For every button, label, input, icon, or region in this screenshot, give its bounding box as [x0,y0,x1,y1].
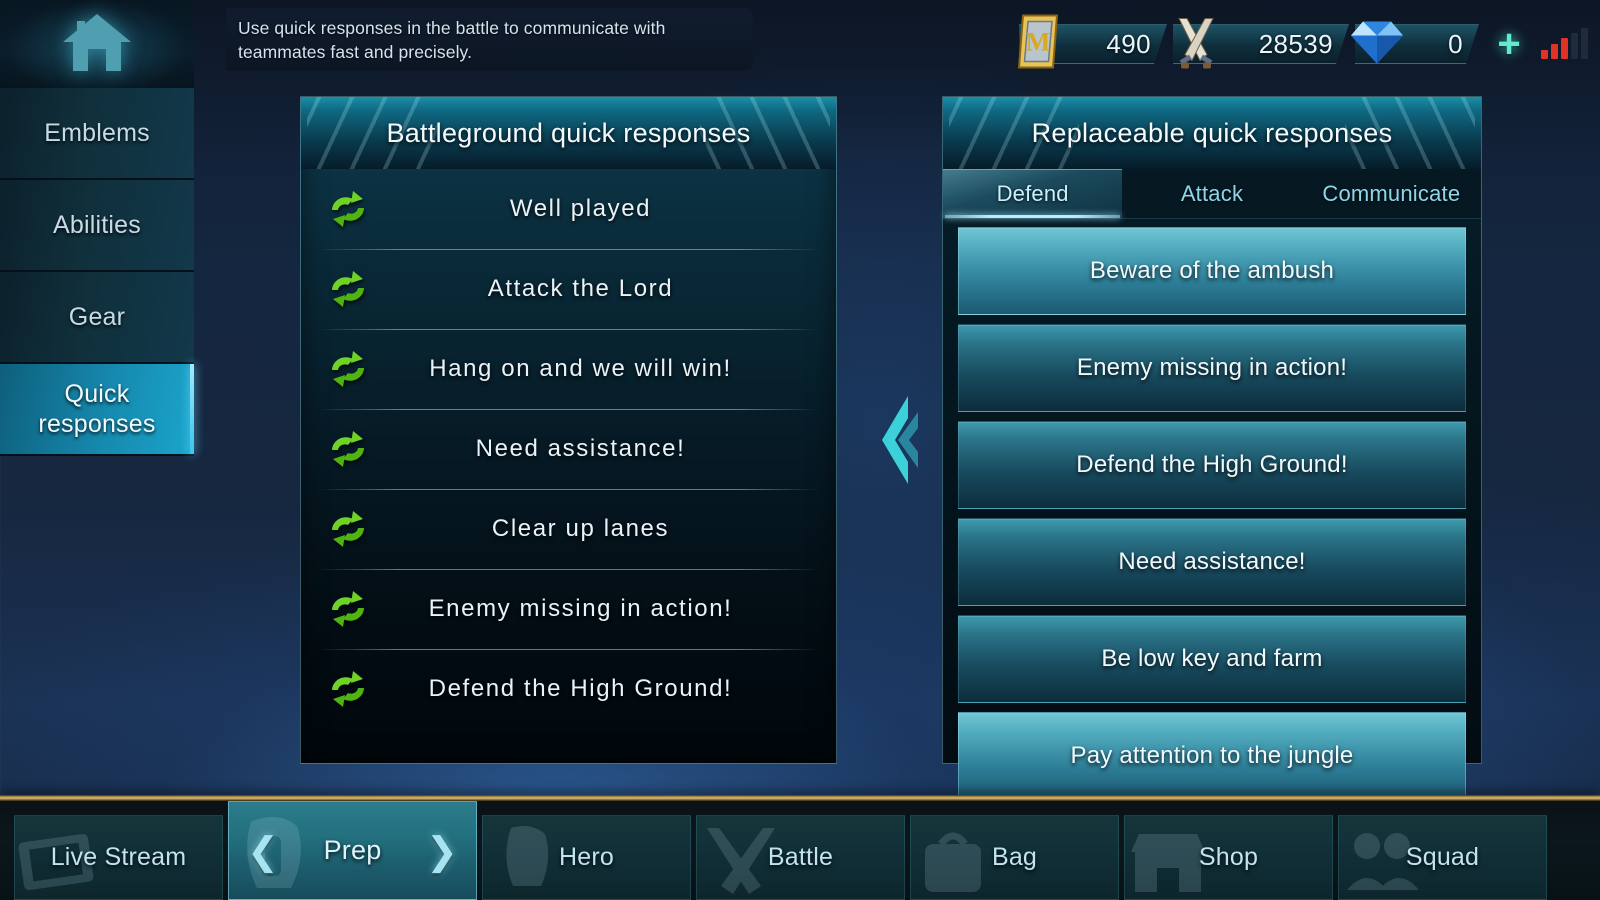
hint-tooltip: Use quick responses in the battle to com… [226,8,753,71]
plus-icon: + [1497,22,1521,66]
swap-refresh-arrows-icon[interactable] [319,588,377,630]
list-item-label: Clear up lanes [491,515,670,542]
diamond-value: 0 [1448,28,1463,59]
top-bar: Use quick responses in the battle to com… [0,0,1600,88]
sidebar-item-quick-responses[interactable]: Quick responses [0,364,194,456]
diamond-gem-icon [1349,16,1405,73]
battle-points-value: 28539 [1258,28,1333,59]
currency-battle-points[interactable]: 28539 [1173,18,1349,69]
chevron-right-icon[interactable]: ❯ [426,833,458,871]
list-item[interactable]: Be low key and farm [958,615,1466,703]
currency-diamond[interactable]: 0 [1351,21,1479,67]
sidebar-item-label: Gear [68,302,126,331]
swap-refresh-arrows-icon[interactable] [319,268,377,310]
list-item[interactable]: Need assistance! [958,518,1466,606]
left-sidebar: Emblems Abilities Gear Quick responses [0,88,194,456]
list-item-label: Beware of the ambush [1089,257,1335,284]
replaceable-response-list[interactable]: Beware of the ambush Enemy missing in ac… [943,219,1481,831]
sidebar-item-emblems[interactable]: Emblems [0,88,194,180]
list-item-label: Pay attention to the jungle [1070,742,1354,769]
panel-header: Battleground quick responses [301,97,836,169]
nav-prep[interactable]: ❮ Prep ❯ [228,801,477,900]
list-item-label: Defend the High Ground! [428,675,733,702]
list-item[interactable]: Hang on and we will win! [319,329,818,409]
list-item[interactable]: Clear up lanes [319,489,818,569]
list-item[interactable]: Defend the High Ground! [319,649,818,729]
swap-refresh-arrows-icon[interactable] [319,668,377,710]
tab-defend[interactable]: Defend [943,169,1123,218]
nav-live-stream[interactable]: Live Stream [14,815,223,900]
list-item[interactable]: Defend the High Ground! [958,421,1466,509]
swap-refresh-arrows-icon[interactable] [319,348,377,390]
nav-label: Bag [991,843,1038,871]
category-tabs: Defend Attack Communicate [943,169,1481,219]
nav-battle[interactable]: Battle [696,815,905,900]
nav-bag[interactable]: Bag [910,815,1119,900]
list-item[interactable]: Attack the Lord [319,249,818,329]
list-item-label: Need assistance! [1118,548,1306,575]
panel-title: Battleground quick responses [386,117,751,148]
tab-label: Defend [996,181,1069,206]
list-item-label: Well played [509,195,652,222]
nav-label: Live Stream [50,843,187,871]
swap-refresh-arrows-icon[interactable] [319,508,377,550]
nav-label: Squad [1405,843,1480,871]
tab-label: Communicate [1322,180,1461,206]
double-chevron-left-icon [862,390,922,490]
sidebar-item-label-line2: responses [38,410,156,438]
sidebar-item-gear[interactable]: Gear [0,272,194,364]
list-item-label: Enemy missing in action! [428,595,733,622]
tab-label: Attack [1180,180,1244,206]
add-currency-button[interactable]: + [1489,22,1529,66]
sidebar-item-label: Emblems [44,118,150,147]
sidebar-item-label: Quick [64,380,130,408]
nav-shop[interactable]: Shop [1124,815,1333,900]
nav-label: Prep [323,835,382,865]
nav-hero[interactable]: Hero [482,815,691,900]
svg-text:M: M [1026,28,1051,57]
home-icon [60,9,134,80]
nav-label: Battle [767,843,834,871]
sidebar-item-label: Abilities [53,210,141,239]
list-item[interactable]: Beware of the ambush [958,227,1466,315]
nav-label: Shop [1198,843,1259,871]
panel-header: Replaceable quick responses [943,97,1481,169]
list-item-label: Need assistance! [475,435,686,462]
bottom-nav-bar: Live Stream ❮ Prep ❯ Hero Battle Bag Sho… [0,801,1600,900]
list-item[interactable]: Enemy missing in action! [319,569,818,649]
nav-squad[interactable]: Squad [1338,815,1547,900]
replaceable-quick-responses-panel: Replaceable quick responses Defend Attac… [942,96,1482,800]
list-item-label: Defend the High Ground! [1076,451,1348,478]
list-item-label: Hang on and we will win! [429,355,732,382]
panel-title: Replaceable quick responses [1031,117,1393,148]
sidebar-item-abilities[interactable]: Abilities [0,180,194,272]
swap-refresh-arrows-icon[interactable] [319,428,377,470]
nav-label: Hero [559,843,614,871]
currency-bar: M 490 28539 0 + [1013,0,1600,88]
chevron-left-icon[interactable]: ❮ [247,833,279,871]
tab-communicate[interactable]: Communicate [1302,169,1481,218]
list-item[interactable]: Well played [319,169,818,249]
list-item-label: Enemy missing in action! [1076,354,1348,381]
crossed-swords-battle-points-icon [1167,13,1225,76]
home-button[interactable] [0,0,194,88]
currency-medal[interactable]: M 490 [1017,14,1167,69]
medal-token-icon: M [1013,12,1065,77]
list-item-label: Attack the Lord [487,275,674,302]
medal-value: 490 [1106,28,1151,59]
list-item[interactable]: Pay attention to the jungle [958,712,1466,800]
list-item[interactable]: Enemy missing in action! [958,324,1466,412]
swap-refresh-arrows-icon[interactable] [319,188,377,230]
signal-bars-icon [1541,28,1588,59]
battleground-response-list: Well played Attack the Lord Hang on and … [301,169,836,729]
battleground-quick-responses-panel: Battleground quick responses Well played [300,96,837,764]
tab-attack[interactable]: Attack [1122,169,1301,218]
list-item[interactable]: Need assistance! [319,409,818,489]
list-item-label: Be low key and farm [1101,645,1323,672]
hint-text: Use quick responses in the battle to com… [238,18,666,62]
